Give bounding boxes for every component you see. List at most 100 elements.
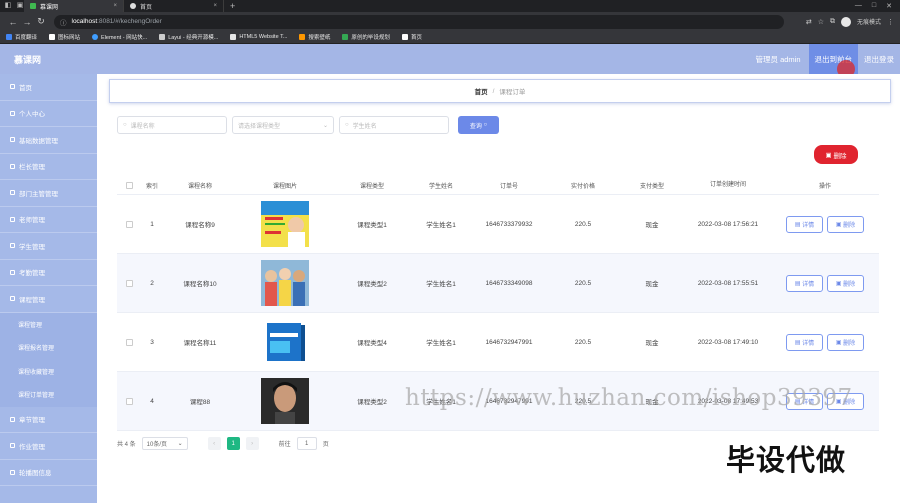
bookmark-item[interactable]: HTML5 Website T... bbox=[230, 34, 287, 40]
sidebar-subitem-enroll[interactable]: 课程报名管理 bbox=[0, 336, 97, 360]
sidebar-item-home[interactable]: 首页 bbox=[0, 74, 97, 101]
bookmark-item[interactable]: 首页 bbox=[401, 33, 422, 41]
row-course-name: 课程名称9 bbox=[185, 222, 215, 229]
header-student-name: 学生姓名 bbox=[428, 183, 453, 190]
browser-menu-icon[interactable]: ◧ bbox=[4, 2, 12, 10]
course-name-input[interactable]: ○ 课程名称 bbox=[117, 116, 227, 134]
detail-button[interactable]: ▤ 详情 bbox=[786, 274, 823, 292]
sidebar-item-student[interactable]: 学生管理 bbox=[0, 233, 97, 260]
detail-button[interactable]: ▤ 详情 bbox=[786, 333, 823, 351]
sidebar-subitem-course[interactable]: 课程管理 bbox=[0, 312, 97, 336]
row-pay-type: 现金 bbox=[645, 281, 659, 288]
more-icon[interactable]: ⋮ bbox=[887, 18, 894, 26]
profile-avatar[interactable] bbox=[840, 16, 851, 27]
element-icon bbox=[92, 34, 99, 40]
sidebar-item-course[interactable]: 课程管理 bbox=[0, 286, 97, 313]
star-icon[interactable]: ☆ bbox=[818, 18, 824, 26]
next-page-button[interactable]: › bbox=[245, 437, 259, 450]
bookmark-item[interactable]: 原创的毕设规划 bbox=[342, 33, 390, 41]
browser-tab-active[interactable]: 慕课网 × bbox=[24, 0, 124, 12]
student-name-input[interactable]: ○ 学生姓名 bbox=[339, 116, 449, 134]
course-type-select[interactable]: 请选择课程类型 ⌄ bbox=[232, 116, 334, 134]
sidebar-subitem-favorite[interactable]: 课程收藏管理 bbox=[0, 359, 97, 383]
sidebar-item-teacher[interactable]: 老师管理 bbox=[0, 207, 97, 233]
batch-delete-button[interactable]: ▣ 删除 bbox=[814, 145, 858, 164]
bookmark-icon bbox=[49, 34, 56, 40]
sidebar-item-profile[interactable]: 个人中心 bbox=[0, 101, 97, 127]
browser-app-icon[interactable]: ▣ bbox=[16, 2, 24, 10]
row-course-image[interactable] bbox=[237, 319, 333, 365]
page-icon bbox=[401, 34, 408, 40]
detail-button[interactable]: ▤ 详情 bbox=[786, 215, 823, 233]
search-icon: ○ bbox=[483, 122, 488, 128]
back-icon[interactable]: ← bbox=[6, 17, 20, 27]
forward-icon[interactable]: → bbox=[20, 17, 34, 27]
minimize-icon[interactable]: — bbox=[855, 2, 862, 10]
bookmark-item[interactable]: 百度翻译 bbox=[6, 33, 37, 41]
select-all-checkbox[interactable] bbox=[117, 181, 141, 189]
bookmark-item[interactable]: 搜索壁纸 bbox=[299, 33, 330, 41]
breadcrumb-current: 课程订单 bbox=[499, 89, 526, 96]
row-checkbox[interactable] bbox=[117, 220, 141, 228]
sidebar-subitem-order[interactable]: 课程订单管理 bbox=[0, 383, 97, 407]
goto-page-input[interactable]: 1 bbox=[296, 437, 317, 450]
logout-button[interactable]: 退出登录 bbox=[858, 44, 900, 74]
course-thumbnail bbox=[261, 319, 309, 365]
breadcrumb: 首页 / 课程订单 bbox=[109, 79, 891, 103]
bookmark-item[interactable]: 图标网站 bbox=[49, 33, 80, 41]
prev-page-button[interactable]: ‹ bbox=[207, 437, 221, 450]
sidebar-item-column-head[interactable]: 栏长管理 bbox=[0, 154, 97, 180]
extensions-icon[interactable]: ⧉ bbox=[830, 18, 835, 26]
page-number[interactable]: 1 bbox=[226, 437, 240, 450]
url-input[interactable]: ⓘ localhost :8081/#/kechengOrder bbox=[54, 14, 784, 29]
delete-button[interactable]: ▣ 删除 bbox=[827, 274, 864, 292]
header-pay-type: 支付类型 bbox=[639, 183, 664, 190]
maximize-icon[interactable]: □ bbox=[872, 2, 876, 10]
row-course-image[interactable] bbox=[237, 378, 333, 424]
sidebar-item-carousel[interactable]: 轮播图信息 bbox=[0, 460, 97, 486]
sidebar-item-attendance[interactable]: 考勤管理 bbox=[0, 260, 97, 286]
window-close-icon[interactable]: ✕ bbox=[886, 2, 892, 10]
delete-button[interactable]: ▣ 删除 bbox=[827, 333, 864, 351]
chevron-right-icon: › bbox=[251, 440, 254, 447]
close-icon[interactable]: × bbox=[113, 3, 117, 9]
delete-button[interactable]: ▣ 删除 bbox=[827, 215, 864, 233]
row-price: 220.5 bbox=[574, 220, 592, 228]
page-size-select[interactable]: 10条/页 ⌄ bbox=[141, 437, 188, 450]
sidebar-item-dept-head[interactable]: 部门主管管理 bbox=[0, 180, 97, 207]
book-icon bbox=[10, 296, 15, 302]
new-tab-icon[interactable]: + bbox=[230, 1, 235, 11]
row-checkbox[interactable] bbox=[117, 397, 141, 405]
dept-icon bbox=[10, 190, 15, 196]
header-actions: 操作 bbox=[818, 183, 831, 190]
row-checkbox[interactable] bbox=[117, 279, 141, 287]
chevron-down-icon: ⌄ bbox=[322, 122, 328, 129]
sidebar-item-base-data[interactable]: 基础数据管理 bbox=[0, 127, 97, 154]
document-icon: ▤ bbox=[794, 339, 801, 346]
search-bar: ○ 课程名称 请选择课程类型 ⌄ ○ 学生姓名 查询 ○ bbox=[117, 116, 499, 134]
search-icon: ○ bbox=[123, 122, 127, 128]
close-icon[interactable]: × bbox=[213, 3, 217, 9]
translate-icon[interactable]: ⇄ bbox=[806, 18, 812, 26]
breadcrumb-home[interactable]: 首页 bbox=[475, 86, 488, 96]
search-button[interactable]: 查询 ○ bbox=[458, 116, 499, 134]
row-checkbox[interactable] bbox=[117, 338, 141, 346]
row-course-image[interactable] bbox=[237, 260, 333, 306]
reload-icon[interactable]: ↻ bbox=[34, 16, 48, 27]
browser-tab[interactable]: 首页 × bbox=[124, 0, 224, 12]
bookmark-item[interactable]: Element - 网站快... bbox=[92, 33, 147, 41]
app-header: 慕课网 管理员 admin 退出到前台 退出登录 bbox=[0, 44, 900, 74]
sidebar-item-homework[interactable]: 作业管理 bbox=[0, 433, 97, 460]
vue-icon bbox=[30, 3, 36, 9]
sidebar-item-chapter[interactable]: 章节管理 bbox=[0, 407, 97, 433]
row-course-image[interactable] bbox=[237, 201, 333, 247]
row-course-type: 课程类型1 bbox=[357, 222, 387, 229]
bookmark-item[interactable]: Layui - 经典开源模... bbox=[159, 33, 218, 41]
app-logo: 慕课网 bbox=[14, 54, 42, 65]
row-created-time: 2022-03-08 17:49:10 bbox=[697, 338, 759, 346]
trash-icon: ▣ bbox=[835, 280, 842, 287]
url-path: :8081/#/kechengOrder bbox=[97, 18, 162, 25]
trash-icon: ▣ bbox=[825, 151, 832, 159]
html5-icon bbox=[230, 34, 237, 40]
header-created-time: 订单创建时间 bbox=[709, 181, 746, 188]
